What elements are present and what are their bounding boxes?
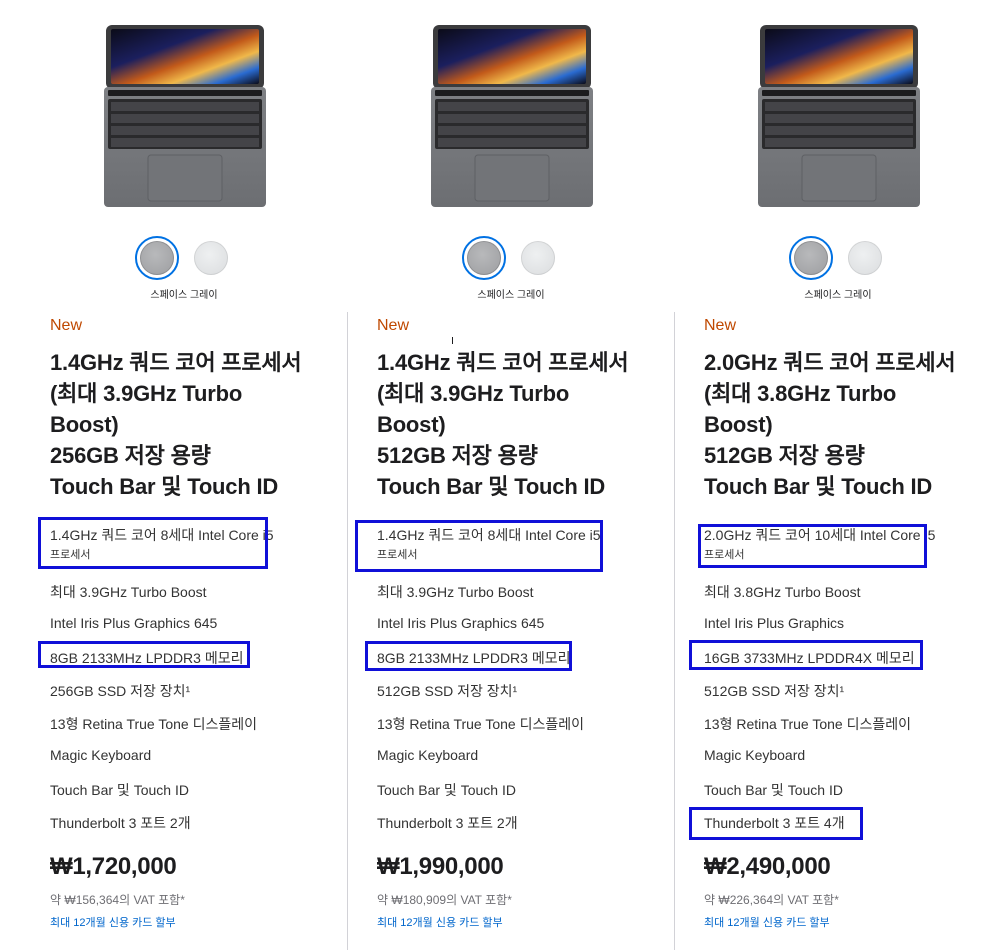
- highlight-box-memory: [38, 641, 250, 668]
- color-label: 스페이스 그레이: [477, 290, 545, 301]
- spec-keyboard: Magic Keyboard: [704, 747, 806, 763]
- silver-swatch[interactable]: [848, 241, 882, 275]
- title-line: (최대 3.9GHz Turbo: [50, 381, 243, 406]
- spec-ports: Thunderbolt 3 포트 2개: [50, 815, 191, 831]
- spec-storage: 512GB SSD 저장 장치¹: [377, 683, 518, 699]
- vat-note: 약 ₩226,364의 VAT 포함*: [704, 893, 839, 907]
- title-line: Touch Bar 및 Touch ID: [377, 474, 606, 499]
- title-line: (최대 3.9GHz Turbo: [377, 381, 570, 406]
- highlight-box-ports: [689, 807, 863, 840]
- spec-graphics: Intel Iris Plus Graphics 645: [50, 615, 218, 631]
- color-swatches: [135, 236, 248, 281]
- highlight-box-cpu: [38, 517, 268, 569]
- highlight-box-cpu: [698, 524, 927, 568]
- spec-turbo: 최대 3.9GHz Turbo Boost: [50, 584, 207, 600]
- title-line: Boost): [377, 412, 446, 437]
- vat-note: 약 ₩180,909의 VAT 포함*: [377, 893, 512, 907]
- space-gray-swatch[interactable]: [789, 236, 833, 280]
- product-title: 1.4GHz 쿼드 코어 프로세서 (최대 3.9GHz Turbo Boost…: [50, 347, 340, 502]
- price: ₩1,990,000: [377, 853, 504, 880]
- spec-touch: Touch Bar 및 Touch ID: [50, 782, 189, 798]
- color-label: 스페이스 그레이: [804, 290, 872, 301]
- new-badge: New: [704, 317, 737, 334]
- color-label: 스페이스 그레이: [150, 290, 218, 301]
- color-swatches: [462, 236, 575, 281]
- title-line: 256GB 저장 용량: [50, 443, 211, 468]
- vat-note: 약 ₩156,364의 VAT 포함*: [50, 893, 185, 907]
- spec-keyboard: Magic Keyboard: [377, 747, 479, 763]
- macbook-pro-space-gray-image[interactable]: [754, 24, 924, 209]
- spec-ports: Thunderbolt 3 포트 2개: [377, 815, 518, 831]
- price: ₩2,490,000: [704, 853, 831, 880]
- spec-touch: Touch Bar 및 Touch ID: [704, 782, 843, 798]
- title-line: 2.0GHz 쿼드 코어 프로세서: [704, 350, 956, 375]
- new-badge: New: [377, 317, 410, 334]
- title-line: 1.4GHz 쿼드 코어 프로세서: [377, 350, 629, 375]
- spec-keyboard: Magic Keyboard: [50, 747, 152, 763]
- installment-link[interactable]: 최대 12개월 신용 카드 할부: [704, 914, 830, 930]
- macbook-pro-space-gray-image[interactable]: [100, 24, 270, 209]
- highlight-box-memory: [365, 641, 572, 671]
- silver-swatch[interactable]: [521, 241, 555, 275]
- title-line: 1.4GHz 쿼드 코어 프로세서: [50, 350, 302, 375]
- spec-display: 13형 Retina True Tone 디스플레이: [50, 716, 257, 732]
- price: ₩1,720,000: [50, 853, 177, 880]
- new-badge: New: [50, 317, 83, 334]
- macbook-pro-space-gray-image[interactable]: [427, 24, 597, 209]
- product-column: 스페이스 그레이 New 1.4GHz 쿼드 코어 프로세서 (최대 3.9GH…: [20, 0, 347, 950]
- highlight-box-cpu: [355, 520, 603, 572]
- spec-turbo: 최대 3.8GHz Turbo Boost: [704, 584, 861, 600]
- installment-link[interactable]: 최대 12개월 신용 카드 할부: [50, 914, 176, 930]
- title-line: 512GB 저장 용량: [377, 443, 538, 468]
- product-column: 스페이스 그레이 New 1.4GHz 쿼드 코어 프로세서 (최대 3.9GH…: [347, 0, 674, 950]
- spec-graphics: Intel Iris Plus Graphics 645: [377, 615, 545, 631]
- space-gray-swatch[interactable]: [135, 236, 179, 280]
- spec-display: 13형 Retina True Tone 디스플레이: [377, 716, 584, 732]
- space-gray-swatch[interactable]: [462, 236, 506, 280]
- title-line: Boost): [704, 412, 773, 437]
- spec-storage: 512GB SSD 저장 장치¹: [704, 683, 845, 699]
- title-line: Touch Bar 및 Touch ID: [50, 474, 279, 499]
- installment-link[interactable]: 최대 12개월 신용 카드 할부: [377, 914, 503, 930]
- silver-swatch[interactable]: [194, 241, 228, 275]
- spec-storage: 256GB SSD 저장 장치¹: [50, 683, 191, 699]
- product-title: 1.4GHz 쿼드 코어 프로세서 (최대 3.9GHz Turbo Boost…: [377, 347, 667, 502]
- title-line: (최대 3.8GHz Turbo: [704, 381, 897, 406]
- title-line: Boost): [50, 412, 119, 437]
- spec-graphics: Intel Iris Plus Graphics: [704, 615, 845, 631]
- color-swatches: [789, 236, 902, 281]
- spec-turbo: 최대 3.9GHz Turbo Boost: [377, 584, 534, 600]
- title-line: 512GB 저장 용량: [704, 443, 865, 468]
- spec-display: 13형 Retina True Tone 디스플레이: [704, 716, 911, 732]
- title-line: Touch Bar 및 Touch ID: [704, 474, 933, 499]
- highlight-box-memory: [689, 640, 923, 670]
- product-title: 2.0GHz 쿼드 코어 프로세서 (최대 3.8GHz Turbo Boost…: [704, 347, 994, 502]
- spec-touch: Touch Bar 및 Touch ID: [377, 782, 516, 798]
